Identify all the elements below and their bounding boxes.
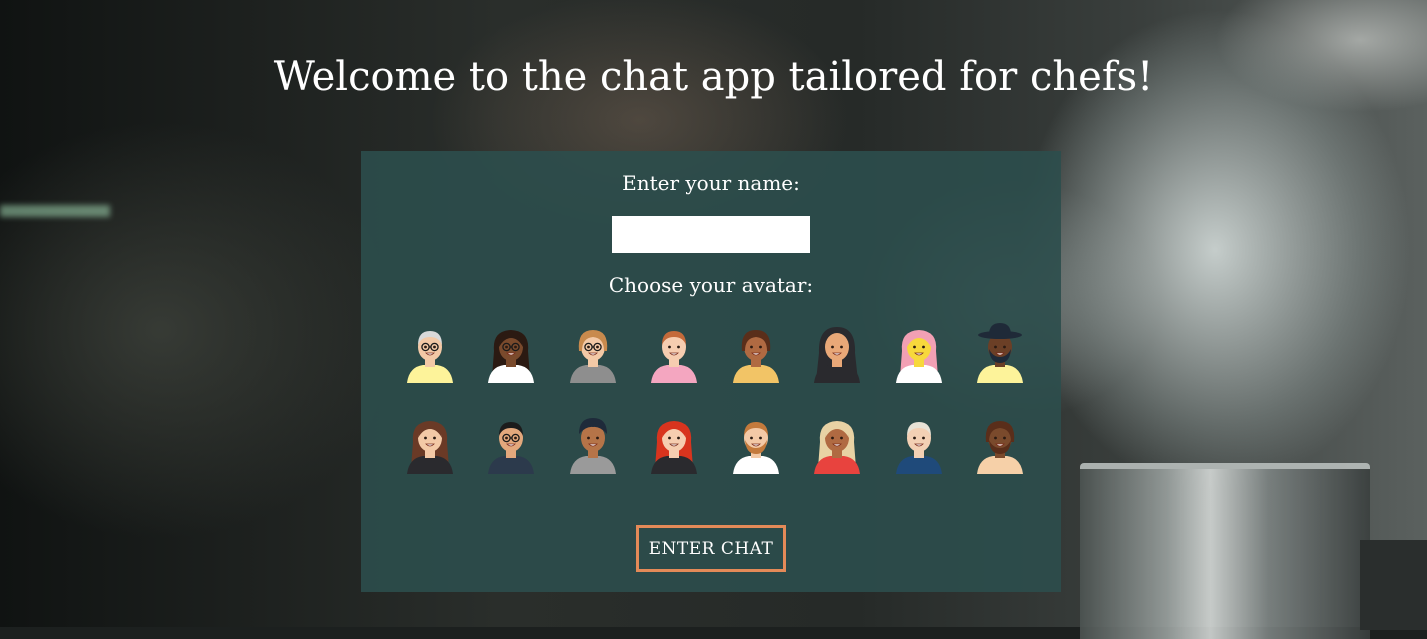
avatar-4-icon[interactable]: [643, 321, 705, 383]
login-panel: Enter your name: Choose your avatar: ENT…: [361, 151, 1061, 592]
avatar-8-icon[interactable]: [969, 321, 1031, 383]
avatar-2-icon[interactable]: [480, 321, 542, 383]
avatar-1-icon[interactable]: [399, 321, 461, 383]
avatar-5-icon[interactable]: [725, 321, 787, 383]
enter-chat-button[interactable]: ENTER CHAT: [636, 525, 786, 572]
avatar-14-icon[interactable]: [806, 412, 868, 474]
name-label: Enter your name:: [622, 171, 800, 195]
avatar-picker: [399, 321, 1031, 503]
avatar-9-icon[interactable]: [399, 412, 461, 474]
avatar-11-icon[interactable]: [562, 412, 624, 474]
avatar-12-icon[interactable]: [643, 412, 705, 474]
background-stove: [1360, 540, 1427, 630]
background-cooking-pot: [1080, 463, 1370, 639]
avatar-15-icon[interactable]: [888, 412, 950, 474]
avatar-label: Choose your avatar:: [608, 273, 814, 297]
avatar-13-icon[interactable]: [725, 412, 787, 474]
avatar-6-icon[interactable]: [806, 321, 868, 383]
name-input[interactable]: [612, 216, 810, 253]
avatar-row: [399, 412, 1031, 474]
background-light-streak: [0, 205, 110, 217]
page-title: Welcome to the chat app tailored for che…: [273, 54, 1154, 100]
avatar-10-icon[interactable]: [480, 412, 542, 474]
avatar-16-icon[interactable]: [969, 412, 1031, 474]
avatar-3-icon[interactable]: [562, 321, 624, 383]
avatar-7-icon[interactable]: [888, 321, 950, 383]
avatar-row: [399, 321, 1031, 383]
